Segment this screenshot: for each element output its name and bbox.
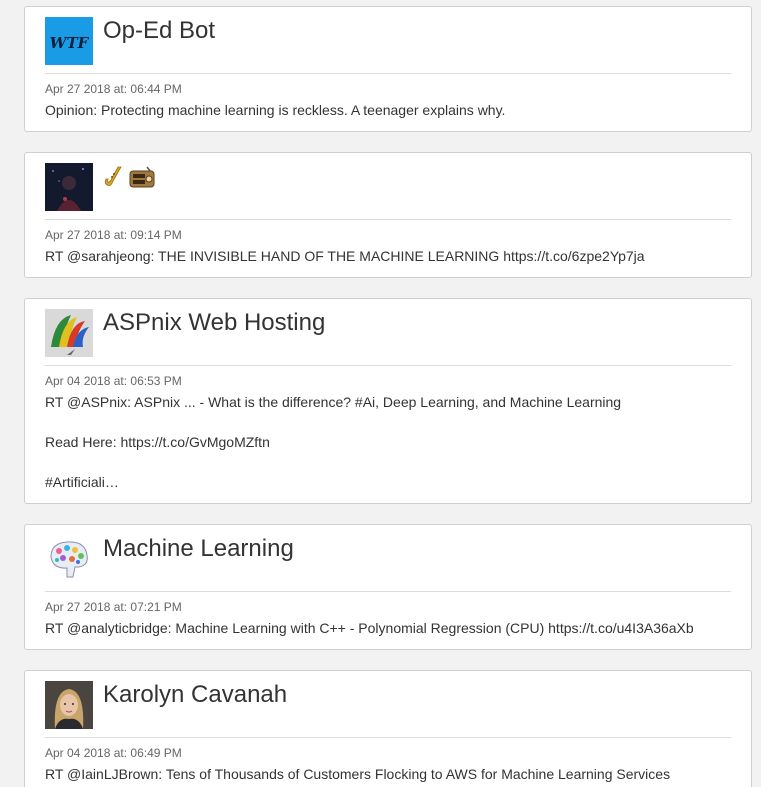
tweet-card-header	[45, 163, 731, 220]
user-name[interactable]: Op-Ed Bot	[103, 17, 215, 45]
tweet-timestamp: Apr 27 2018 at: 07:21 PM	[45, 600, 182, 614]
night-portrait-avatar[interactable]	[45, 163, 93, 211]
tweet-card-header: Karolyn Cavanah	[45, 681, 731, 738]
wtf-logo-icon[interactable]: WTF	[45, 17, 93, 65]
tweet-card[interactable]: WTF Op-Ed Bot Apr 27 2018 at: 06:44 PM O…	[24, 6, 752, 132]
radio-icon	[129, 166, 155, 193]
tweet-card[interactable]: ASPnix Web Hosting Apr 04 2018 at: 06:53…	[24, 298, 752, 504]
tweet-text: RT @IainLJBrown: Tens of Thousands of Cu…	[45, 766, 671, 787]
tweet-card[interactable]: Apr 27 2018 at: 09:14 PM RT @sarahjeong:…	[24, 152, 752, 278]
tweet-timestamp: Apr 27 2018 at: 06:44 PM	[45, 82, 182, 96]
tweet-text: RT @analyticbridge: Machine Learning wit…	[45, 620, 694, 636]
avatar-text: WTF	[50, 34, 90, 52]
brain-icon[interactable]	[45, 535, 93, 583]
tweet-timestamp: Apr 04 2018 at: 06:49 PM	[45, 746, 182, 760]
tweet-timestamp: Apr 27 2018 at: 09:14 PM	[45, 228, 182, 242]
tweet-text: RT @sarahjeong: THE INVISIBLE HAND OF TH…	[45, 248, 645, 264]
tweet-timestamp: Apr 04 2018 at: 06:53 PM	[45, 374, 182, 388]
tweet-card-header: Machine Learning	[45, 535, 731, 592]
user-name-emoji[interactable]	[103, 165, 155, 194]
rainbow-sail-logo-icon[interactable]	[45, 309, 93, 357]
saxophone-icon	[103, 165, 125, 194]
woman-portrait-avatar[interactable]	[45, 681, 93, 729]
tweet-card-header: ASPnix Web Hosting	[45, 309, 731, 366]
user-name[interactable]: Machine Learning	[103, 535, 294, 563]
tweet-card-header: WTF Op-Ed Bot	[45, 17, 731, 74]
tweet-text: RT @ASPnix: ASPnix ... - What is the dif…	[45, 394, 622, 490]
tweet-card[interactable]: Karolyn Cavanah Apr 04 2018 at: 06:49 PM…	[24, 670, 752, 787]
user-name[interactable]: Karolyn Cavanah	[103, 681, 287, 709]
tweet-card[interactable]: Machine Learning Apr 27 2018 at: 07:21 P…	[24, 524, 752, 650]
user-name[interactable]: ASPnix Web Hosting	[103, 309, 325, 337]
tweet-feed: WTF Op-Ed Bot Apr 27 2018 at: 06:44 PM O…	[0, 0, 761, 787]
tweet-text: Opinion: Protecting machine learning is …	[45, 102, 506, 118]
